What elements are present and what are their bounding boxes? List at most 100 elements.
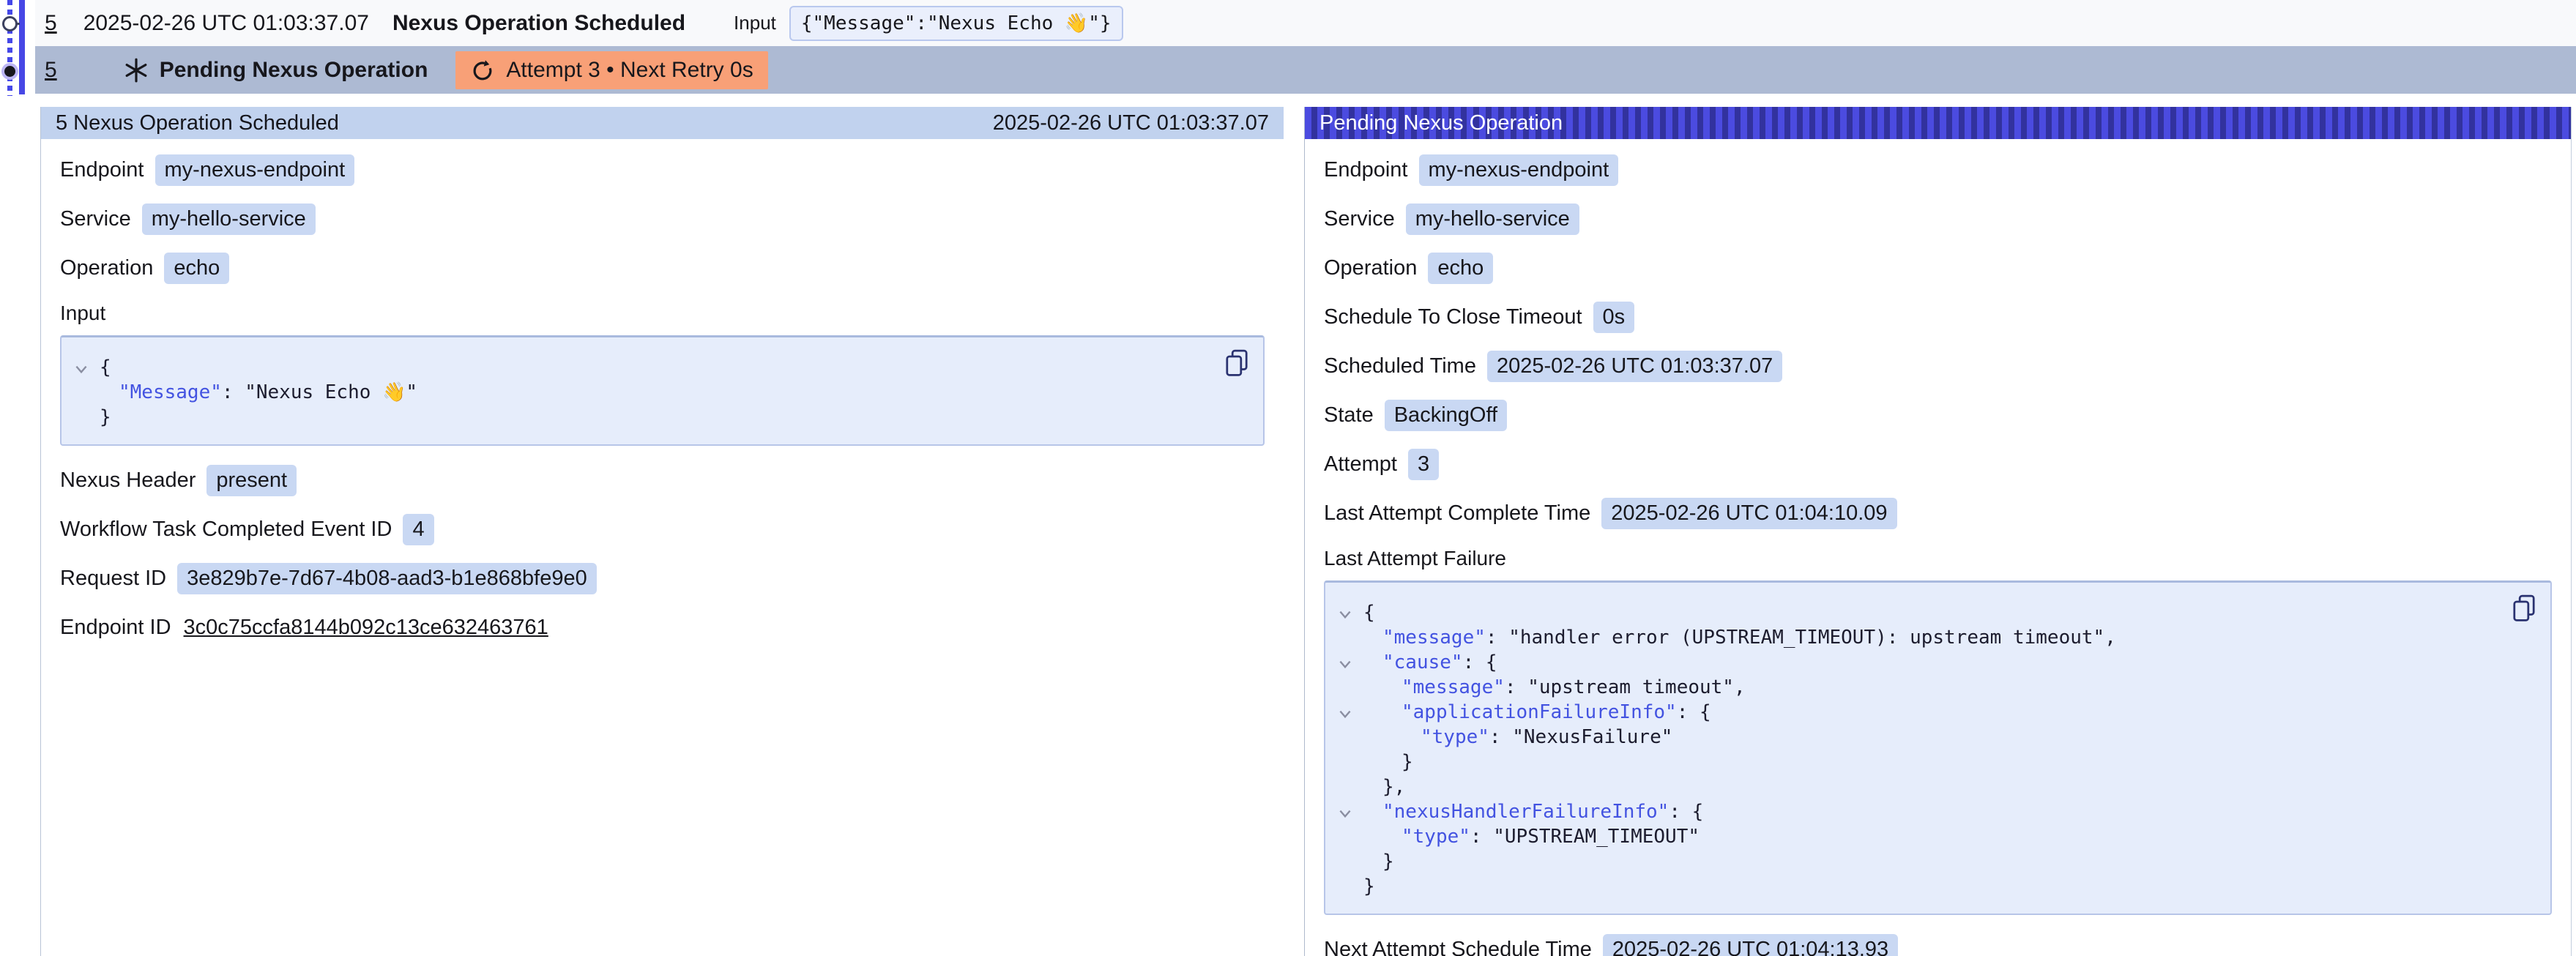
field-value-badge: echo [1428,253,1493,284]
json-lines: { "Message": "Nexus Echo 👋" [73,355,1247,430]
field-label: Operation [60,256,153,280]
timeline-dotted-line [7,0,12,96]
field-label: Endpoint ID [60,616,171,640]
chevron-down-icon[interactable] [73,360,100,375]
code-line: "type": "UPSTREAM_TIMEOUT" [1337,824,2534,849]
field-row: Workflow Task Completed Event ID 4 [60,514,1265,545]
event-row-pending-nexus-operation[interactable]: 5 Pending Nexus Operation Attempt 3 • Ne… [35,46,2576,94]
timeline-filled-circle-icon [1,63,18,80]
code-text: } [1363,849,1394,874]
retry-status-badge: Attempt 3 • Next Retry 0s [455,51,767,89]
code-text: "message": "upstream timeout", [1363,675,1746,700]
field-value-badge: my-nexus-endpoint [155,154,355,186]
code-line: } [1337,849,2534,874]
field-value-badge: 0s [1593,302,1635,333]
field-list: Nexus Header present Workflow Task Compl… [60,465,1265,643]
event-id-link[interactable]: 5 [45,11,57,36]
panel-divider-gap [1284,107,1304,956]
field-row: Service my-hello-service [60,203,1265,235]
field-label: Schedule To Close Timeout [1324,305,1582,329]
retry-badge-text: Attempt 3 • Next Retry 0s [506,58,753,83]
field-value-badge: 4 [403,514,433,545]
field-value-badge: echo [164,253,229,284]
input-json-block: { "Message": "Nexus Echo 👋" [60,335,1265,446]
field-row: Endpoint my-nexus-endpoint [1324,154,2552,186]
field-row: Scheduled Time 2025-02-26 UTC 01:03:37.0… [1324,351,2552,382]
field-label: Operation [1324,256,1417,280]
event-row-nexus-operation-scheduled[interactable]: 5 2025-02-26 UTC 01:03:37.07 Nexus Opera… [35,0,2576,46]
pending-operation-header-title: Pending Nexus Operation [1319,111,1563,135]
code-text: { [100,355,111,380]
field-label: Next Attempt Schedule Time [1324,938,1592,956]
field-label: Endpoint [1324,158,1408,182]
field-label: Attempt [1324,452,1397,477]
field-value-badge: 2025-02-26 UTC 01:03:37.07 [1487,351,1782,382]
event-title: Nexus Operation Scheduled [392,11,685,36]
field-row: Attempt 3 [1324,449,2552,480]
code-text: } [1363,874,1375,899]
code-text: "message": "handler error (UPSTREAM_TIME… [1363,625,2116,650]
timeline-gutter [0,0,35,98]
field-label: Nexus Header [60,468,196,493]
scheduled-event-header: 5 Nexus Operation Scheduled 2025-02-26 U… [41,107,1284,139]
code-line: }, [1337,774,2534,799]
chevron-down-icon[interactable] [1337,605,1363,620]
code-line: "nexusHandlerFailureInfo": { [1337,799,2534,824]
field-value-badge: 2025-02-26 UTC 01:04:13.93 [1603,934,1898,956]
field-row: Last Attempt Complete Time 2025-02-26 UT… [1324,498,2552,529]
code-line: "applicationFailureInfo": { [1337,700,2534,725]
field-label: Request ID [60,567,166,591]
input-group-label: Input [60,302,1265,325]
pending-operation-panel: Pending Nexus Operation Endpoint my-nexu… [1304,107,2572,956]
field-list: Next Attempt Schedule Time 2025-02-26 UT… [1324,934,2552,956]
code-text: "type": "NexusFailure" [1363,725,1672,750]
spacer [0,94,2576,107]
field-value-badge[interactable]: 3c0c75ccfa8144b092c13ce632463761 [182,612,550,643]
field-value-badge: 2025-02-26 UTC 01:04:10.09 [1601,498,1896,529]
event-timestamp: 2025-02-26 UTC 01:03:37.07 [83,11,369,36]
field-list: Endpoint my-nexus-endpoint Service my-he… [1324,154,2552,529]
event-history: 5 2025-02-26 UTC 01:03:37.07 Nexus Opera… [0,0,2576,107]
field-value-badge: 3 [1408,449,1439,480]
code-line: "message": "upstream timeout", [1337,675,2534,700]
code-text: }, [1363,774,1405,799]
pending-asterisk-icon [123,57,149,83]
input-preview-chip[interactable]: {"Message":"Nexus Echo 👋"} [789,6,1123,41]
copy-button[interactable] [1225,349,1248,379]
field-label: Service [60,207,131,231]
pending-operation-header: Pending Nexus Operation [1305,107,2571,139]
field-row: State BackingOff [1324,400,2552,431]
code-text: } [100,405,111,430]
code-line: } [1337,750,2534,774]
code-line: "Message": "Nexus Echo 👋" [73,380,1247,405]
field-row: Service my-hello-service [1324,203,2552,235]
field-row: Next Attempt Schedule Time 2025-02-26 UT… [1324,934,2552,956]
code-line: } [73,405,1247,430]
chevron-down-icon[interactable] [1337,804,1363,819]
retry-icon [470,58,495,83]
field-value-badge: my-hello-service [142,203,316,235]
chevron-down-icon[interactable] [1337,705,1363,720]
field-label: Scheduled Time [1324,354,1476,378]
code-text: "Message": "Nexus Echo 👋" [100,380,417,405]
timeline-hollow-circle-icon [2,16,18,31]
code-text: { [1363,600,1375,625]
field-row: Nexus Header present [60,465,1265,496]
copy-button[interactable] [2512,594,2536,624]
scheduled-event-detail-panel: 5 Nexus Operation Scheduled 2025-02-26 U… [40,107,1284,956]
field-label: State [1324,403,1374,427]
code-line: { [73,355,1247,380]
event-title: Pending Nexus Operation [160,58,428,83]
field-row: Request ID 3e829b7e-7d67-4b08-aad3-b1e86… [60,563,1265,594]
field-row: Schedule To Close Timeout 0s [1324,302,2552,333]
field-value-badge: my-hello-service [1406,203,1579,235]
code-text: "cause": { [1363,650,1497,675]
timeline-active-bar [19,0,25,94]
code-text: } [1363,750,1413,774]
field-label: Service [1324,207,1395,231]
field-value-badge: BackingOff [1385,400,1507,431]
code-line: { [1337,600,2534,625]
failure-json-block: { "message": "handler error (UPSTREAM_TI… [1324,580,2552,915]
chevron-down-icon[interactable] [1337,655,1363,670]
event-id-link[interactable]: 5 [45,58,57,83]
